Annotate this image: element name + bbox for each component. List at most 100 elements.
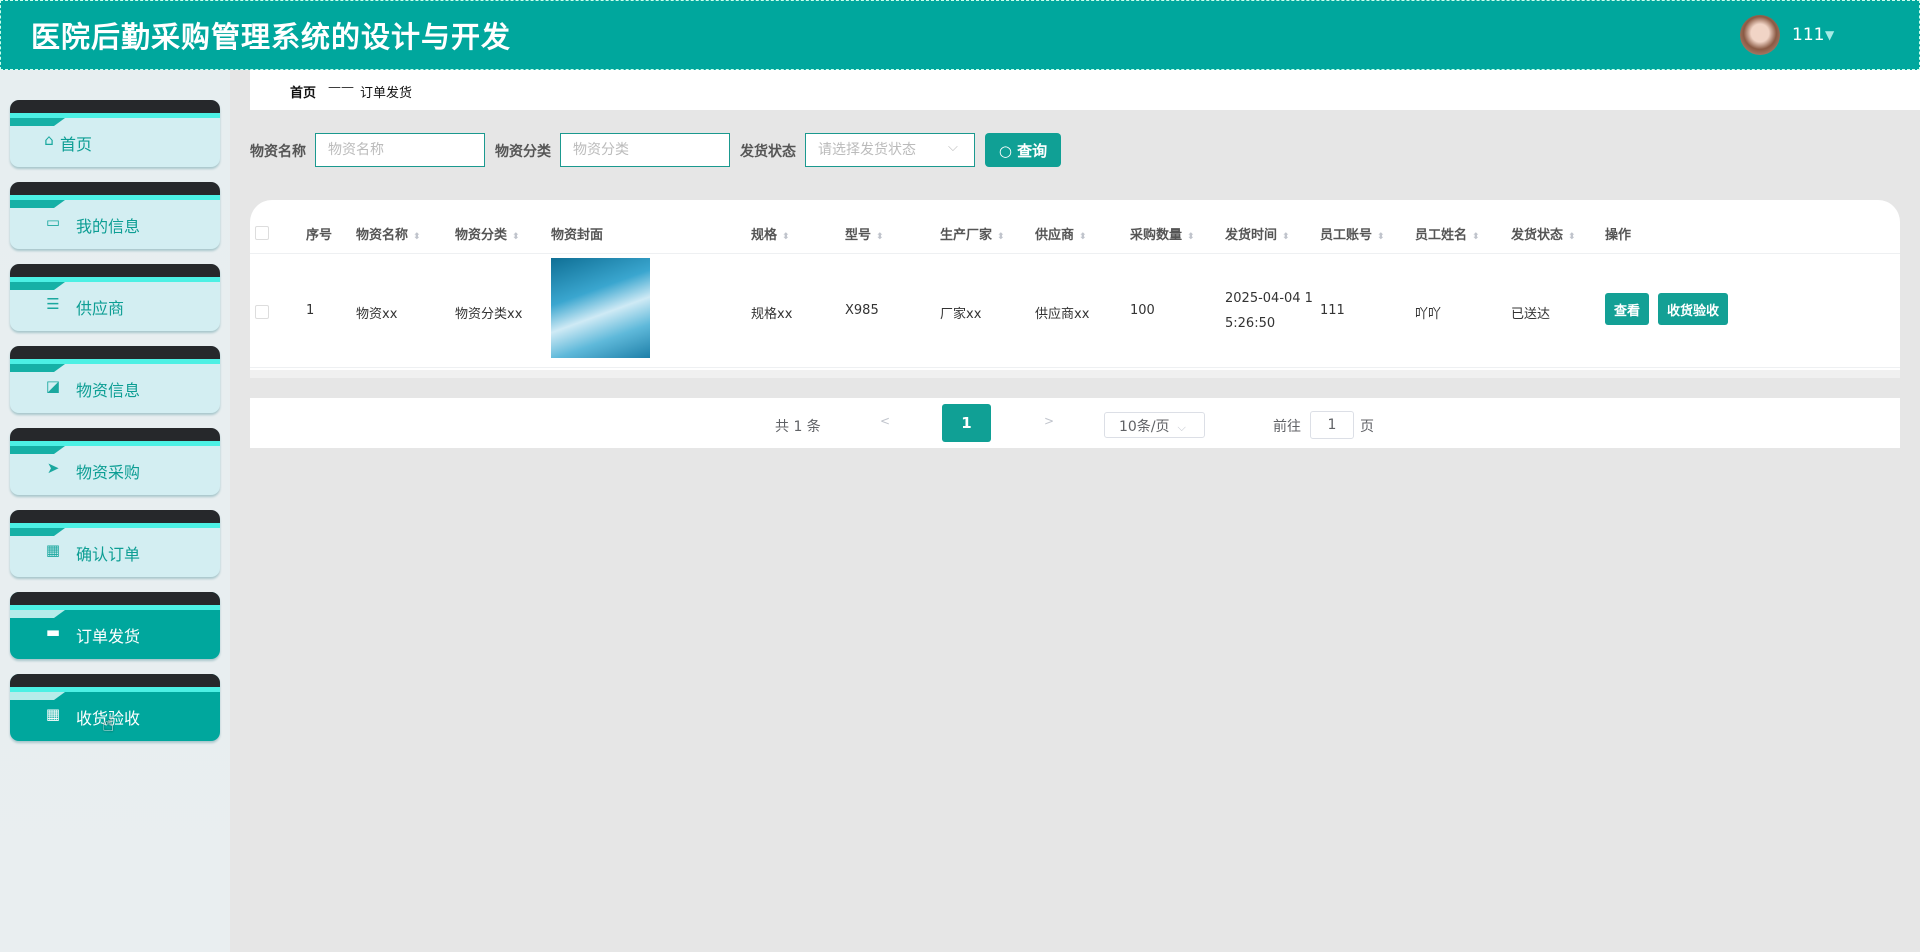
item-band xyxy=(10,100,220,113)
cover-image[interactable] xyxy=(551,258,650,358)
item-band xyxy=(10,182,220,195)
total-count: 共 1 条 xyxy=(775,419,821,435)
column-header[interactable]: 发货状态 ⬍ xyxy=(1511,224,1576,243)
chevron-down-icon: ⌵ xyxy=(948,140,958,155)
item-band xyxy=(10,346,220,359)
column-header[interactable]: 型号 ⬍ xyxy=(845,224,884,243)
column-header[interactable]: 采购数量 ⬍ xyxy=(1130,224,1195,243)
column-header-label: 规格 xyxy=(751,228,778,243)
page-size-value: 10条/页 xyxy=(1119,419,1170,435)
item-tab xyxy=(10,282,65,290)
send-icon: ➤ xyxy=(46,459,60,477)
column-header-label: 物资名称 xyxy=(356,228,409,243)
item-tab xyxy=(10,200,65,208)
sidebar-item-2[interactable]: ☰ 供应商 xyxy=(10,264,220,331)
category-input[interactable] xyxy=(560,133,730,167)
sidebar-item-7[interactable]: ▦ 收货验收 xyxy=(10,674,220,741)
cell-time-line2: 5:26:50 xyxy=(1225,316,1276,331)
chart-icon: ◪ xyxy=(45,377,61,395)
page-size-select[interactable]: 10条/页 ⌵ xyxy=(1104,412,1205,438)
cell-account: 111 xyxy=(1320,303,1345,318)
sidebar-item-1[interactable]: ▭ 我的信息 xyxy=(10,182,220,249)
user-avatar[interactable] xyxy=(1740,15,1780,55)
sidebar-item-6[interactable]: ▬ 订单发货 xyxy=(10,592,220,659)
app-title: 医院后勤采购管理系统的设计与开发 xyxy=(31,20,512,54)
cell-name: 物资xx xyxy=(356,307,398,322)
item-band xyxy=(10,592,220,605)
item-tab xyxy=(10,610,65,618)
column-header[interactable]: 发货时间 ⬍ xyxy=(1225,224,1290,243)
item-stripe xyxy=(10,605,220,610)
column-header[interactable]: 物资名称 ⬍ xyxy=(356,224,421,243)
sort-icon[interactable]: ⬍ xyxy=(1187,232,1195,242)
column-header-label: 操作 xyxy=(1605,228,1632,243)
column-header[interactable]: 供应商 ⬍ xyxy=(1035,224,1087,243)
sort-icon[interactable]: ⬍ xyxy=(1282,232,1290,242)
sort-icon[interactable]: ⬍ xyxy=(413,232,421,242)
column-header[interactable]: 规格 ⬍ xyxy=(751,224,790,243)
select-all-checkbox[interactable] xyxy=(255,226,269,240)
item-stripe xyxy=(10,195,220,200)
sidebar-item-label: 订单发货 xyxy=(76,627,141,646)
card-icon: ▭ xyxy=(45,213,61,231)
name-input[interactable] xyxy=(315,133,485,167)
item-tab xyxy=(10,446,65,454)
goto-page-input[interactable] xyxy=(1310,411,1354,439)
sort-icon[interactable]: ⬍ xyxy=(1472,232,1480,242)
sidebar-item-3[interactable]: ◪ 物资信息 xyxy=(10,346,220,413)
item-stripe xyxy=(10,277,220,282)
item-tab xyxy=(10,528,65,536)
item-stripe xyxy=(10,359,220,364)
item-stripe xyxy=(10,687,220,692)
sliders-icon: ☰ xyxy=(46,295,60,313)
caret-down-icon[interactable]: ▼ xyxy=(1825,28,1834,42)
sort-icon[interactable]: ⬍ xyxy=(876,232,884,242)
sort-icon[interactable]: ⬍ xyxy=(1377,232,1385,242)
prev-page-button[interactable]: < xyxy=(880,414,890,428)
sort-icon[interactable]: ⬍ xyxy=(782,232,790,242)
column-header[interactable]: 员工姓名 ⬍ xyxy=(1415,224,1480,243)
goto-label: 前往 xyxy=(1273,419,1301,435)
name-label: 物资名称 xyxy=(250,144,306,160)
column-header[interactable]: 物资分类 ⬍ xyxy=(455,224,520,243)
sidebar-item-label: 物资信息 xyxy=(76,381,141,400)
sidebar-item-label: 供应商 xyxy=(76,299,125,318)
column-header-label: 物资封面 xyxy=(551,228,604,243)
sidebar-item-5[interactable]: ▦ 确认订单 xyxy=(10,510,220,577)
column-header-label: 序号 xyxy=(306,228,333,243)
breadcrumb xyxy=(250,70,1920,110)
row-checkbox[interactable] xyxy=(255,305,269,319)
sort-icon[interactable]: ⬍ xyxy=(1079,232,1087,242)
pagination xyxy=(250,398,1900,448)
search-icon: ○ xyxy=(998,141,1018,160)
column-header-label: 发货时间 xyxy=(1225,228,1278,243)
breadcrumb-current: 订单发货 xyxy=(360,86,413,101)
cell-manufacturer: 厂家xx xyxy=(940,307,982,322)
cell-status: 已送达 xyxy=(1511,307,1551,322)
sort-icon[interactable]: ⬍ xyxy=(512,232,520,242)
column-header-label: 型号 xyxy=(845,228,872,243)
sidebar-item-0[interactable]: ⌂ 首页 xyxy=(10,100,220,167)
item-tab xyxy=(10,364,65,372)
accept-button[interactable]: 收货验收 xyxy=(1658,293,1729,325)
sort-icon[interactable]: ⬍ xyxy=(997,232,1005,242)
username[interactable]: 111 xyxy=(1792,25,1824,45)
column-header-label: 生产厂家 xyxy=(940,228,993,243)
column-header[interactable]: 生产厂家 ⬍ xyxy=(940,224,1005,243)
sidebar-item-4[interactable]: ➤ 物资采购 xyxy=(10,428,220,495)
sidebar-item-label: 确认订单 xyxy=(76,545,141,564)
search-button-label: 查询 xyxy=(1017,141,1048,160)
page-1-button[interactable]: 1 xyxy=(942,404,991,442)
divider xyxy=(250,253,1900,254)
search-button[interactable]: ○ 查询 xyxy=(985,133,1061,167)
column-header[interactable]: 员工账号 ⬍ xyxy=(1320,224,1385,243)
item-tab xyxy=(10,692,65,700)
sort-icon[interactable]: ⬍ xyxy=(1568,232,1576,242)
cell-supplier: 供应商xx xyxy=(1035,307,1090,322)
breadcrumb-home[interactable]: 首页 xyxy=(290,82,316,101)
cell-category: 物资分类xx xyxy=(455,307,523,322)
view-button[interactable]: 查看 xyxy=(1605,293,1650,325)
item-tab xyxy=(10,118,65,126)
next-page-button[interactable]: > xyxy=(1044,414,1054,428)
sidebar-item-label: 物资采购 xyxy=(76,463,141,482)
